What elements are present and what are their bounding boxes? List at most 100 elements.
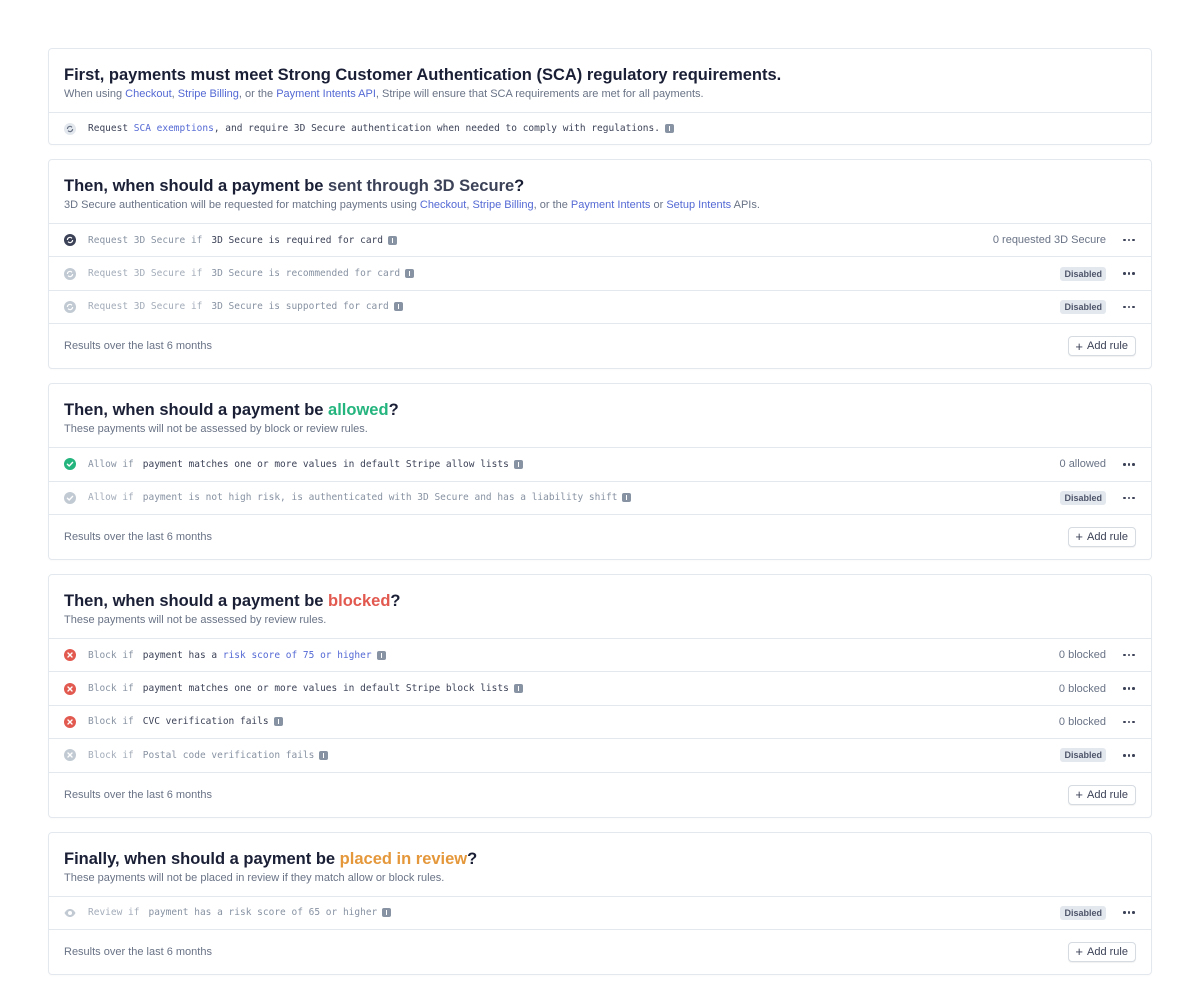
rule-row[interactable]: Request 3D Secure if 3D Secure is requir… (49, 224, 1151, 258)
ellipsis-icon[interactable] (1122, 300, 1136, 314)
add-rule-button[interactable]: + Add rule (1068, 941, 1136, 962)
block-title: Then, when should a payment be blocked? (64, 590, 1136, 612)
info-icon[interactable] (513, 459, 523, 469)
add-rule-button[interactable]: + Add rule (1068, 784, 1136, 805)
title-highlight: blocked (328, 591, 391, 610)
info-icon[interactable] (319, 750, 329, 760)
title-text: ? (467, 849, 478, 868)
block-section: Then, when should a payment be blocked? … (48, 573, 1152, 818)
stripe-billing-link[interactable]: Stripe Billing (472, 199, 533, 211)
block-header: Then, when should a payment be blocked? … (49, 575, 1151, 639)
x-circle-icon (64, 715, 76, 728)
allow-title: Then, when should a payment be allowed? (64, 399, 1136, 421)
section-footer: Results over the last 6 months + Add rule (49, 930, 1151, 974)
ellipsis-icon[interactable] (1122, 682, 1136, 696)
add-rule-button[interactable]: + Add rule (1068, 336, 1136, 357)
title-text: Then, when should a payment be (64, 591, 329, 610)
setup-intents-link[interactable]: Setup Intents (666, 199, 731, 211)
info-icon[interactable] (513, 684, 523, 694)
review-title: Finally, when should a payment be placed… (64, 848, 1136, 870)
info-icon[interactable] (405, 269, 415, 279)
results-period: Results over the last 6 months (64, 945, 212, 958)
sca-rule-pre: Request (88, 123, 134, 134)
ellipsis-icon[interactable] (1122, 233, 1136, 247)
rule-count: 0 blocked (1058, 682, 1106, 695)
rule-right: Disabled (1060, 266, 1136, 281)
payment-intents-link[interactable]: Payment Intents (571, 199, 651, 211)
sca-sub-text: When using (64, 88, 126, 100)
sca-header: First, payments must meet Strong Custome… (49, 49, 1151, 113)
ellipsis-icon[interactable] (1122, 906, 1136, 920)
payment-intents-api-link[interactable]: Payment Intents API (276, 88, 376, 100)
rule-count: 0 blocked (1058, 649, 1106, 662)
rule-row[interactable]: Block if payment has a risk score of 75 … (49, 639, 1151, 673)
rule-row[interactable]: Request 3D Secure if 3D Secure is suppor… (49, 291, 1151, 325)
rule-row[interactable]: Block if payment matches one or more val… (49, 672, 1151, 706)
rule-right: 0 blocked (1059, 648, 1136, 662)
review-section: Finally, when should a payment be placed… (48, 831, 1152, 975)
refresh-circle-icon (64, 267, 76, 280)
info-icon[interactable] (387, 235, 397, 245)
sca-rule-row: Request SCA exemptions, and require 3D S… (49, 113, 1151, 144)
rule-keyword: Allow if (88, 492, 134, 504)
checkout-link[interactable]: Checkout (420, 199, 466, 211)
status-badge: Disabled (1060, 490, 1106, 505)
rule-row[interactable]: Allow if payment is not high risk, is au… (49, 482, 1151, 515)
review-header: Finally, when should a payment be placed… (49, 833, 1151, 897)
ellipsis-icon[interactable] (1122, 748, 1136, 762)
add-rule-label: Add rule (1087, 788, 1128, 801)
title-highlight: placed in review (339, 849, 468, 868)
rule-condition-text: payment has a (142, 649, 223, 661)
rule-condition: payment is not high risk, is authenticat… (142, 492, 618, 504)
refresh-circle-icon (64, 122, 76, 135)
rule-condition: CVC verification fails (142, 716, 269, 728)
rule-row[interactable]: Review if payment has a risk score of 65… (49, 897, 1151, 930)
info-icon[interactable] (622, 493, 632, 503)
sca-exemptions-link[interactable]: SCA exemptions (134, 123, 214, 134)
plus-icon: + (1075, 787, 1084, 803)
sca-rule-post: , and require 3D Secure authentication w… (213, 123, 660, 134)
info-icon[interactable] (664, 124, 674, 133)
x-circle-icon (64, 649, 76, 662)
rule-keyword: Block if (88, 649, 134, 661)
info-icon[interactable] (393, 302, 403, 312)
rule-right: 0 allowed (1060, 457, 1136, 471)
title-text: ? (390, 591, 401, 610)
plus-icon: + (1075, 338, 1084, 354)
rule-row[interactable]: Allow if payment matches one or more val… (49, 448, 1151, 482)
rule-row[interactable]: Block if Postal code verification fails … (49, 739, 1151, 773)
stripe-billing-link[interactable]: Stripe Billing (178, 88, 239, 100)
three-ds-title: Then, when should a payment be sent thro… (64, 175, 1136, 197)
rule-right: 0 blocked (1059, 715, 1136, 729)
title-text: Then, when should a payment be (64, 401, 329, 420)
rule-row[interactable]: Block if CVC verification fails 0 blocke… (49, 706, 1151, 740)
info-icon[interactable] (382, 908, 392, 918)
rule-right: 0 requested 3D Secure (993, 233, 1136, 247)
info-icon[interactable] (273, 717, 283, 727)
rule-keyword: Block if (88, 716, 134, 728)
sub-sep: or (650, 199, 667, 211)
check-circle-icon (64, 491, 76, 504)
rule-keyword: Request 3D Secure if (88, 234, 203, 246)
add-rule-button[interactable]: + Add rule (1068, 526, 1136, 547)
ellipsis-icon[interactable] (1122, 491, 1136, 505)
status-badge: Disabled (1060, 905, 1106, 920)
title-text: ? (388, 401, 399, 420)
ellipsis-icon[interactable] (1122, 648, 1136, 662)
sca-sub-sep: , or the (238, 88, 277, 100)
sca-subtitle: When using Checkout, Stripe Billing, or … (64, 87, 1136, 101)
risk-score-link[interactable]: risk score of 75 or higher (223, 650, 372, 661)
rule-row[interactable]: Request 3D Secure if 3D Secure is recomm… (49, 257, 1151, 291)
title-highlight: sent through 3D Secure (328, 177, 515, 195)
section-footer: Results over the last 6 months + Add rule (49, 773, 1151, 817)
ellipsis-icon[interactable] (1122, 715, 1136, 729)
info-icon[interactable] (376, 650, 386, 660)
ellipsis-icon[interactable] (1122, 267, 1136, 281)
sca-title: First, payments must meet Strong Custome… (64, 66, 782, 84)
section-footer: Results over the last 6 months + Add rule (49, 515, 1151, 559)
block-subtitle: These payments will not be assessed by r… (64, 613, 327, 626)
ellipsis-icon[interactable] (1122, 457, 1136, 471)
rule-count: 0 requested 3D Secure (992, 234, 1106, 247)
rule-condition: Postal code verification fails (142, 749, 315, 761)
checkout-link[interactable]: Checkout (125, 88, 171, 100)
